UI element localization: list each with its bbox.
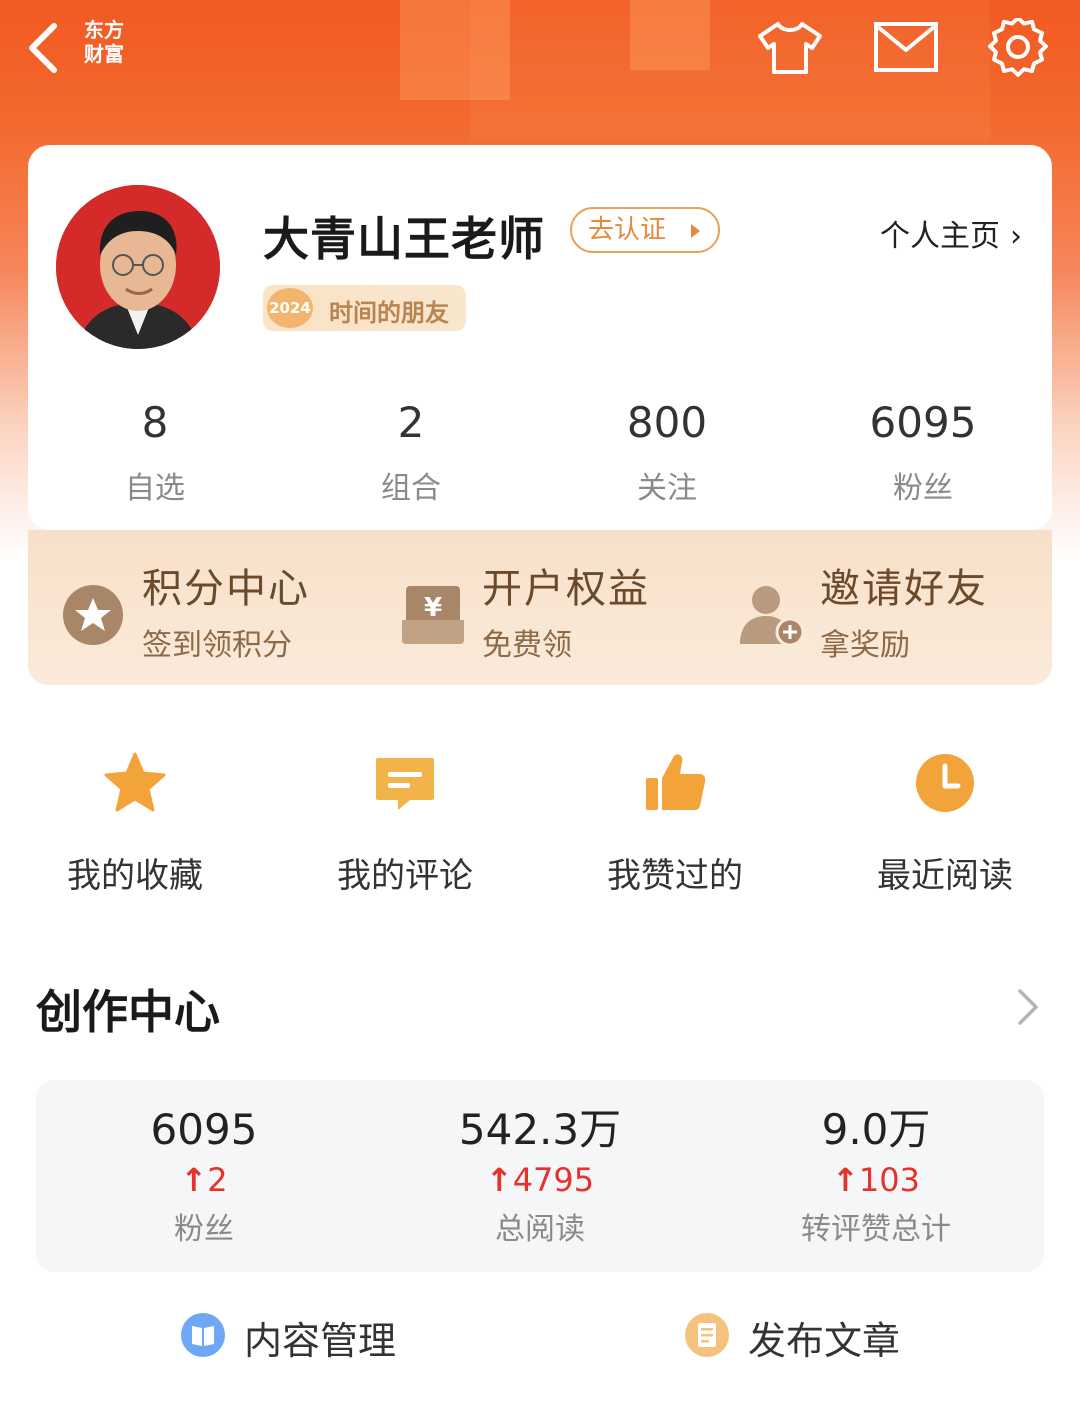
stat-label: 组合: [381, 471, 441, 506]
benefit-subtitle: 免费领: [482, 628, 572, 663]
quick-link-label: 我的收藏: [67, 856, 203, 896]
svg-text:¥: ¥: [424, 593, 442, 623]
quick-link-label: 最近阅读: [877, 856, 1013, 896]
stat-portfolio[interactable]: 2 组合: [311, 397, 511, 507]
settings-gear-icon[interactable]: [982, 18, 1054, 78]
creation-stat-delta: ↑4795: [390, 1160, 690, 1200]
badge-text: 时间的朋友: [329, 299, 449, 327]
quick-link-recent-reading[interactable]: 最近阅读: [845, 748, 1045, 897]
chevron-right-icon[interactable]: [1012, 985, 1042, 1029]
profile-stats: 8 自选 2 组合 800 关注 6095 粉丝: [28, 397, 1052, 507]
action-label: 内容管理: [244, 1319, 397, 1363]
benefit-title: 积分中心: [142, 566, 310, 612]
personal-homepage-link[interactable]: 个人主页 ›: [880, 211, 1022, 255]
up-arrow-icon: ↑: [832, 1161, 859, 1199]
app-logo: 东方 财富: [84, 18, 144, 66]
creation-stat-total-reads[interactable]: 542.3万 ↑4795 总阅读: [390, 1104, 690, 1248]
creation-stat-value: 542.3万: [458, 1105, 622, 1154]
avatar-portrait-icon: [56, 185, 220, 349]
achievement-badge[interactable]: 2024 时间的朋友: [263, 285, 466, 331]
logo-line-1: 东方: [84, 18, 124, 42]
quick-link-label: 我的评论: [337, 856, 473, 896]
creation-stat-delta: ↑2: [54, 1160, 354, 1200]
quick-link-label: 我赞过的: [607, 856, 743, 896]
content-manage-icon: [181, 1313, 225, 1357]
content-management-button[interactable]: 内容管理: [180, 1308, 440, 1364]
delta-value: 103: [858, 1161, 920, 1199]
creation-stats-panel: 6095 ↑2 粉丝 542.3万 ↑4795 总阅读 9.0万 ↑103 转评…: [36, 1080, 1044, 1272]
shirt-icon[interactable]: [754, 18, 826, 78]
creation-stat-delta: ↑103: [726, 1160, 1026, 1200]
homepage-label: 个人主页: [880, 219, 1000, 254]
comment-icon: [376, 758, 434, 810]
stat-value: 8: [141, 398, 169, 447]
profile-card: 大青山王老师 去认证 个人主页 › 2024 时间的朋友 8 自选 2 组合 80…: [28, 145, 1052, 530]
clock-icon: [916, 754, 974, 812]
verify-button-label: 去认证: [588, 215, 667, 245]
creation-stat-label: 总阅读: [495, 1212, 585, 1247]
quick-link-favorites[interactable]: 我的收藏: [35, 748, 235, 897]
badge-year: 2024: [267, 288, 313, 328]
creation-center-title: 创作中心: [36, 985, 220, 1039]
star-icon: [104, 752, 166, 812]
back-arrow-icon[interactable]: [22, 20, 72, 76]
creation-stat-label: 转评赞总计: [801, 1212, 951, 1247]
delta-value: 2: [207, 1161, 228, 1199]
publish-article-icon: [685, 1313, 729, 1357]
benefit-title: 邀请好友: [820, 566, 988, 612]
stat-watchlist[interactable]: 8 自选: [55, 397, 255, 507]
mail-icon[interactable]: [870, 18, 942, 78]
creation-stat-value: 6095: [150, 1105, 258, 1154]
stat-label: 关注: [637, 471, 697, 506]
creation-stat-fans[interactable]: 6095 ↑2 粉丝: [54, 1104, 354, 1248]
benefit-title: 开户权益: [482, 566, 650, 612]
yuan-envelope-icon: ¥: [402, 586, 464, 644]
thumbs-up-icon: [646, 754, 706, 810]
creation-stat-label: 粉丝: [174, 1212, 234, 1247]
delta-value: 4795: [512, 1161, 595, 1199]
creation-stat-value: 9.0万: [821, 1105, 931, 1154]
creation-stat-engagement[interactable]: 9.0万 ↑103 转评赞总计: [726, 1104, 1026, 1248]
quick-link-liked[interactable]: 我赞过的: [575, 748, 775, 897]
benefits-strip: 积分中心 签到领积分 ¥ 开户权益 免费领 邀请好友 拿奖励: [28, 530, 1052, 685]
stat-label: 粉丝: [893, 471, 953, 506]
benefit-account-rights[interactable]: ¥ 开户权益 免费领: [400, 552, 700, 672]
benefit-points-center[interactable]: 积分中心 签到领积分: [60, 552, 360, 672]
play-triangle-icon: [691, 224, 700, 238]
add-friend-icon: [740, 586, 804, 647]
chevron-right-icon: ›: [1010, 219, 1022, 254]
logo-line-2: 财富: [84, 42, 124, 66]
stat-value: 6095: [869, 398, 977, 447]
quick-links: 我的收藏 我的评论 我赞过的 最近阅读: [0, 748, 1080, 908]
stat-following[interactable]: 800 关注: [567, 397, 767, 507]
stat-label: 自选: [125, 471, 185, 506]
top-nav: 东方 财富: [0, 0, 1080, 120]
action-label: 发布文章: [748, 1319, 901, 1363]
stat-fans[interactable]: 6095 粉丝: [823, 397, 1023, 507]
stat-value: 800: [626, 398, 708, 447]
benefit-subtitle: 拿奖励: [820, 628, 910, 663]
up-arrow-icon: ↑: [485, 1161, 513, 1199]
verify-button[interactable]: 去认证: [570, 207, 720, 253]
stat-value: 2: [397, 398, 425, 447]
benefit-invite-friends[interactable]: 邀请好友 拿奖励: [738, 552, 1038, 672]
username: 大青山王老师: [263, 212, 545, 266]
benefit-subtitle: 签到领积分: [142, 628, 292, 663]
avatar[interactable]: [56, 185, 220, 349]
points-star-icon: [63, 585, 123, 645]
publish-article-button[interactable]: 发布文章: [684, 1308, 944, 1364]
up-arrow-icon: ↑: [180, 1161, 208, 1199]
quick-link-comments[interactable]: 我的评论: [305, 748, 505, 897]
